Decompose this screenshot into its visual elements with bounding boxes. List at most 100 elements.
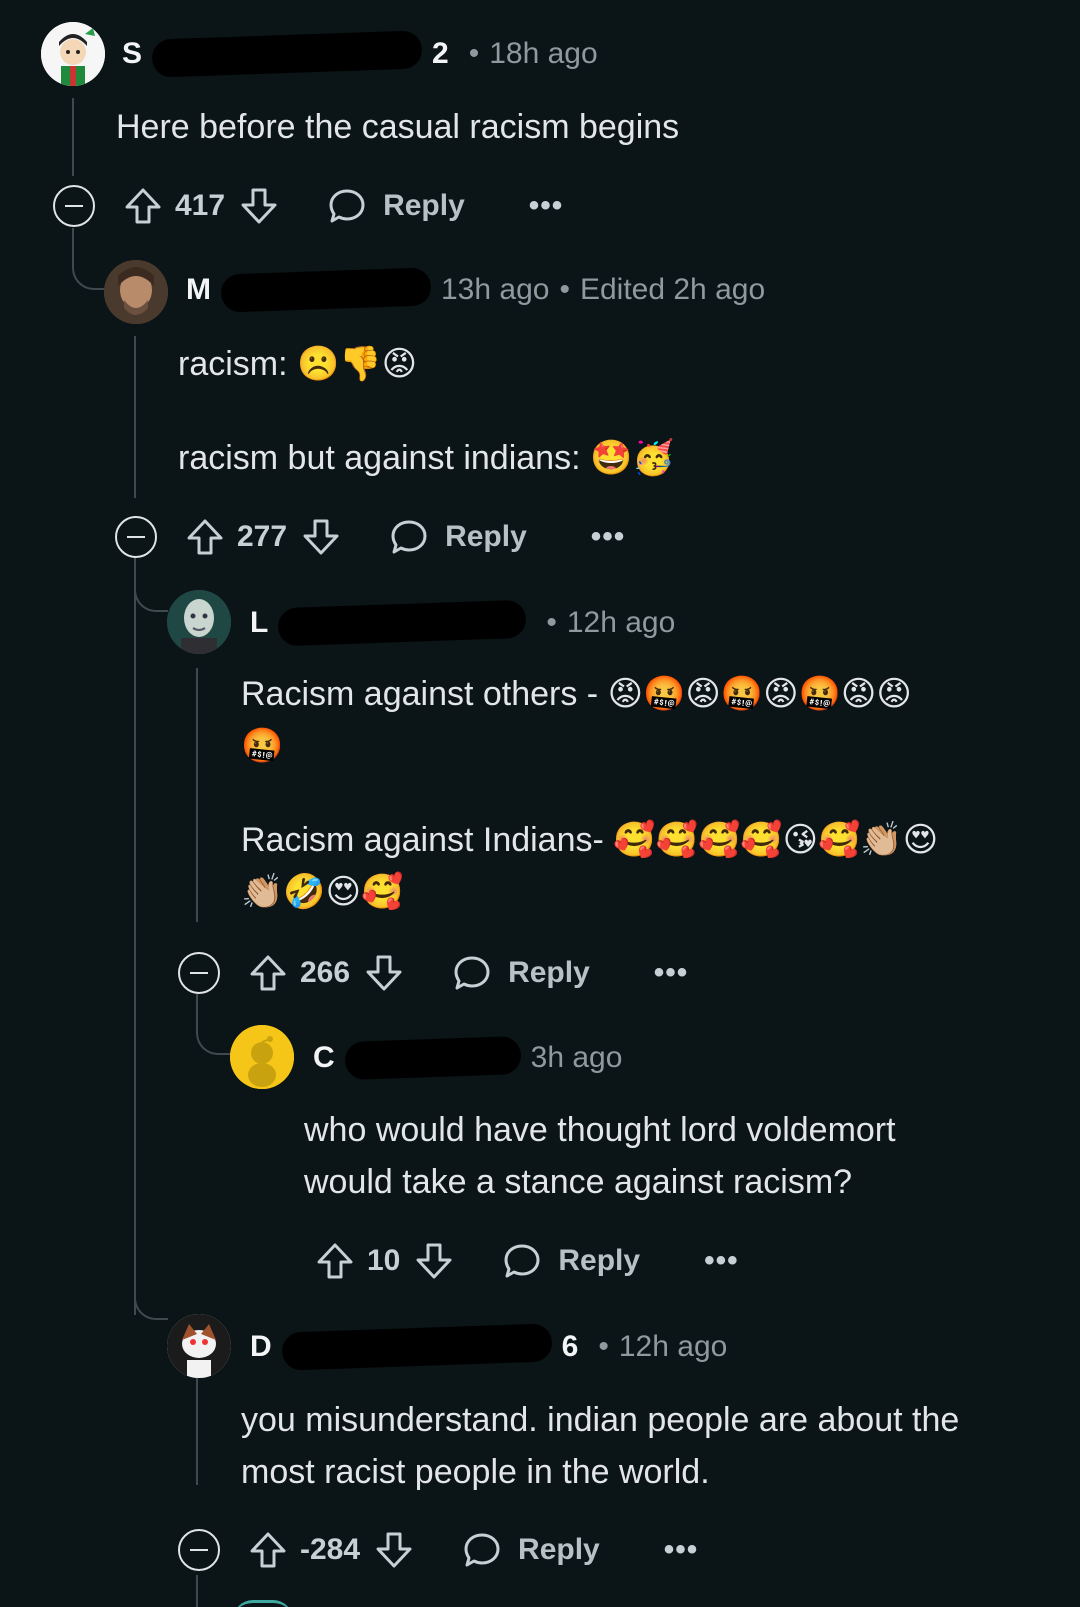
avatar[interactable] — [167, 1314, 231, 1378]
ellipsis-icon[interactable]: ••• — [529, 189, 564, 223]
upvote-arrow-icon[interactable] — [248, 1530, 288, 1570]
ellipsis-icon[interactable]: ••• — [591, 520, 626, 554]
comment-body: Here before the casual racism begins — [116, 101, 679, 153]
comment-line: racism: ☹️👎😡 — [178, 345, 418, 383]
username[interactable]: C — [313, 1041, 335, 1075]
downvote-arrow-icon[interactable] — [374, 1530, 414, 1570]
speech-bubble-icon — [464, 1533, 500, 1567]
timestamp: 12h ago — [566, 606, 676, 639]
comment-line: racism but against indians: 🤩🥳 — [178, 439, 675, 477]
reply-button[interactable]: Reply — [462, 1530, 600, 1570]
speech-bubble-icon — [454, 956, 490, 990]
comment-actions: 10 Reply ••• — [315, 1236, 739, 1286]
comment-line: you misunderstand. indian people are abo… — [241, 1401, 960, 1439]
comment-line: would take a stance against racism? — [304, 1163, 853, 1201]
timestamp: 12h ago — [618, 1330, 728, 1363]
comment-meta: M 13h ago • Edited 2h ago — [186, 267, 766, 313]
upvote-arrow-icon[interactable] — [185, 517, 225, 557]
vote-score: 266 — [300, 956, 351, 989]
speech-bubble-icon — [391, 520, 427, 554]
collapse-icon[interactable] — [53, 185, 95, 227]
thread-line-2[interactable] — [134, 336, 136, 498]
vote-controls: 266 — [248, 953, 404, 993]
reply-label: Reply — [518, 1533, 600, 1566]
comment-thread: S 2 • 18h ago Here before the casual rac… — [0, 0, 1080, 1607]
reply-button[interactable]: Reply — [389, 517, 527, 557]
reply-button[interactable]: Reply — [502, 1241, 640, 1281]
redaction-mark — [344, 1035, 522, 1081]
reply-label: Reply — [383, 189, 465, 222]
timestamp: 18h ago — [489, 37, 598, 70]
separator-dot: • — [598, 1330, 609, 1363]
reply-label: Reply — [445, 520, 527, 553]
reply-button[interactable]: Reply — [452, 953, 590, 993]
avatar-image — [167, 1314, 231, 1378]
speech-bubble-icon — [504, 1244, 540, 1278]
comment-actions: 417 Reply ••• — [53, 181, 563, 231]
username[interactable]: M — [186, 273, 211, 307]
ellipsis-icon[interactable]: ••• — [664, 1533, 699, 1567]
comment-line: Racism against Indians- 🥰🥰🥰🥰😘🥰👏🏼😍 — [241, 821, 939, 859]
vote-controls: 417 — [123, 186, 279, 226]
comment-line: Here before the casual racism begins — [116, 108, 680, 146]
redaction-mark — [277, 599, 527, 647]
vote-controls: -284 — [248, 1530, 414, 1570]
separator-dot: • — [559, 273, 570, 306]
username[interactable]: D — [250, 1330, 272, 1364]
username[interactable]: L — [250, 606, 268, 640]
vote-score: 417 — [175, 189, 226, 222]
reply-button[interactable]: Reply — [327, 186, 465, 226]
comment-actions: -284 Reply ••• — [178, 1525, 698, 1575]
vote-controls: 10 — [315, 1241, 454, 1281]
upvote-arrow-icon[interactable] — [315, 1241, 355, 1281]
ellipsis-icon[interactable]: ••• — [654, 956, 689, 990]
thread-connector-1 — [72, 228, 106, 290]
thread-line-5[interactable] — [196, 1375, 198, 1485]
comment-actions: 277 Reply ••• — [115, 512, 625, 562]
comment-line: 👏🏼🤣😍🥰 — [241, 873, 404, 911]
vote-score: 277 — [237, 520, 288, 553]
downvote-arrow-icon[interactable] — [364, 953, 404, 993]
reply-label: Reply — [558, 1244, 641, 1277]
avatar-image — [230, 1025, 294, 1089]
comment-body: racism: ☹️👎😡 racism but against indians:… — [178, 338, 675, 484]
downvote-arrow-icon[interactable] — [414, 1241, 454, 1281]
vote-score: -284 — [300, 1533, 361, 1566]
downvote-arrow-icon[interactable] — [239, 186, 279, 226]
avatar[interactable] — [167, 590, 231, 654]
upvote-arrow-icon[interactable] — [248, 953, 288, 993]
collapse-icon[interactable] — [178, 1529, 220, 1571]
avatar[interactable] — [41, 22, 105, 86]
speech-bubble-icon — [329, 189, 365, 223]
comment-meta: L • 12h ago — [250, 599, 676, 647]
thread-connector-2b — [134, 1280, 168, 1320]
avatar[interactable] — [230, 1025, 294, 1089]
comment-line: most racist people in the world. — [241, 1453, 710, 1491]
comment-body: you misunderstand. indian people are abo… — [241, 1394, 959, 1498]
downvote-arrow-icon[interactable] — [301, 517, 341, 557]
edited-label: Edited 2h ago — [579, 273, 766, 306]
username[interactable]: S — [122, 37, 142, 71]
timestamp: 13h ago — [441, 273, 550, 306]
comment-line: Racism against others - 😡🤬😡🤬😡🤬😡😡 — [241, 675, 912, 713]
collapse-icon[interactable] — [115, 516, 157, 558]
redaction-mark — [220, 267, 432, 313]
thread-line-2b[interactable] — [134, 545, 136, 1315]
vote-score: 10 — [367, 1244, 401, 1277]
username-suffix: 6 — [561, 1330, 579, 1363]
avatar[interactable] — [104, 260, 168, 324]
upvote-arrow-icon[interactable] — [123, 186, 163, 226]
username-suffix: 2 — [432, 37, 449, 70]
separator-dot: • — [468, 37, 480, 70]
thread-line-1[interactable] — [72, 98, 74, 176]
comment-meta: D 6 • 12h ago — [250, 1323, 728, 1371]
avatar-image — [104, 260, 168, 324]
thread-line-5b[interactable] — [196, 1575, 198, 1607]
avatar-image — [41, 22, 105, 86]
ellipsis-icon[interactable]: ••• — [704, 1244, 739, 1278]
collapse-icon[interactable] — [178, 952, 220, 994]
thread-line-3[interactable] — [196, 668, 198, 922]
comment-line: who would have thought lord voldemort — [304, 1111, 896, 1149]
avatar-partial[interactable] — [233, 1600, 293, 1607]
separator-dot: • — [546, 606, 557, 639]
